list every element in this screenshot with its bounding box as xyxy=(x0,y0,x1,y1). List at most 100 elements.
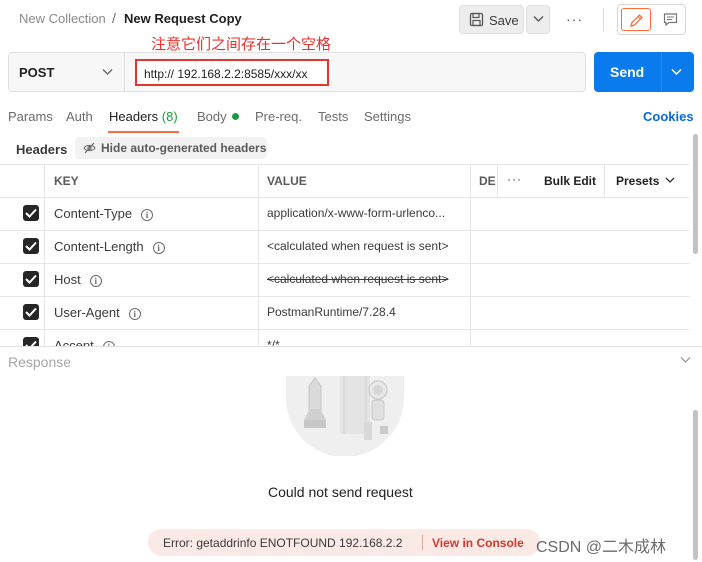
row-enabled-checkbox[interactable] xyxy=(23,238,39,254)
tab-body-label: Body xyxy=(197,109,227,124)
active-tab-indicator xyxy=(108,131,179,133)
header-key-text: User-Agent xyxy=(54,305,120,320)
eye-off-icon xyxy=(83,142,96,154)
table-border xyxy=(604,164,605,197)
save-icon xyxy=(469,12,484,27)
tab-headers[interactable]: Headers (8) xyxy=(109,109,178,124)
empty-state-message: Could not send request xyxy=(268,484,413,500)
request-title[interactable]: New Request Copy xyxy=(124,11,242,26)
save-label: Save xyxy=(489,13,519,28)
chevron-down-icon xyxy=(102,69,113,75)
send-button[interactable]: Send xyxy=(594,52,694,92)
table-row: Content-Length i <calculated when request… xyxy=(0,230,690,263)
tab-tests[interactable]: Tests xyxy=(318,109,348,124)
tab-body[interactable]: Body xyxy=(197,109,239,124)
checkmark-icon xyxy=(25,307,37,317)
chevron-down-icon[interactable] xyxy=(680,356,691,364)
error-banner-divider xyxy=(422,535,423,550)
table-row: User-Agent i PostmanRuntime/7.28.4 xyxy=(0,296,690,329)
table-row: Host i <calculated when request is sent> xyxy=(0,263,690,296)
edit-button[interactable] xyxy=(621,8,651,31)
checkmark-icon xyxy=(25,208,37,218)
tab-headers-label: Headers xyxy=(109,109,159,124)
headers-section-title: Headers xyxy=(16,142,68,157)
table-border xyxy=(0,164,690,165)
header-key-text: Content-Length xyxy=(54,239,144,254)
astronaut-illustration xyxy=(286,376,404,456)
comments-button[interactable] xyxy=(656,8,684,31)
bulk-edit-button[interactable]: Bulk Edit xyxy=(544,174,596,188)
url-text: http:// 192.168.2.2:8585/xxx/xx xyxy=(144,67,308,81)
right-panel-toggle xyxy=(617,4,686,35)
method-select[interactable]: POST xyxy=(9,53,125,91)
send-label: Send xyxy=(610,64,645,80)
table-row: Accepti */* xyxy=(0,329,690,346)
headers-count-badge: (8) xyxy=(161,109,178,124)
url-input[interactable]: http:// 192.168.2.2:8585/xxx/xx xyxy=(135,59,329,86)
header-value: <calculated when request is sent> xyxy=(267,272,449,286)
header-key: Accepti xyxy=(54,338,115,346)
header-key: Host i xyxy=(54,272,102,287)
scrollbar-thumb[interactable] xyxy=(693,410,698,560)
table-row: Content-Type i application/x-www-form-url… xyxy=(0,197,690,230)
response-title: Response xyxy=(8,354,72,370)
header-key: Content-Length i xyxy=(54,239,165,254)
watermark: CSDN @二木成林 xyxy=(536,539,667,556)
info-icon[interactable]: i xyxy=(128,308,141,320)
save-options-button[interactable] xyxy=(526,5,550,34)
row-enabled-checkbox[interactable] xyxy=(23,304,39,320)
info-icon[interactable]: i xyxy=(141,209,154,221)
header-key: User-Agent i xyxy=(54,305,141,320)
header-key: Content-Type i xyxy=(54,206,154,221)
view-in-console-link[interactable]: View in Console xyxy=(432,536,524,550)
chevron-down-icon[interactable] xyxy=(671,68,682,76)
cookies-link[interactable]: Cookies xyxy=(643,109,694,124)
header-value: */* xyxy=(267,338,280,346)
header-value: <calculated when request is sent> xyxy=(267,239,449,253)
checkmark-icon xyxy=(25,274,37,284)
row-enabled-checkbox[interactable] xyxy=(23,271,39,287)
table-border xyxy=(497,164,498,197)
annotation-note: 注意它们之间存在一个空格 xyxy=(151,36,332,53)
breadcrumb-separator: / xyxy=(112,10,116,26)
chevron-down-icon xyxy=(533,16,544,22)
column-header-key: KEY xyxy=(54,174,79,188)
column-header-description: DE xyxy=(479,174,496,188)
tab-settings[interactable]: Settings xyxy=(364,109,411,124)
column-header-value: VALUE xyxy=(267,174,307,188)
breadcrumb-collection[interactable]: New Collection xyxy=(19,11,106,26)
info-icon[interactable]: i xyxy=(89,275,102,287)
column-options-button[interactable]: ··· xyxy=(507,172,522,186)
body-indicator-dot xyxy=(231,113,239,120)
header-key-text: Content-Type xyxy=(54,206,133,221)
row-enabled-checkbox[interactable] xyxy=(23,337,39,346)
tab-pre-request-script[interactable]: Pre-req. xyxy=(255,109,302,124)
comment-icon xyxy=(663,13,678,27)
request-bar: POST http:// 192.168.2.2:8585/xxx/xx xyxy=(8,52,586,92)
send-split-divider xyxy=(661,52,662,92)
presets-dropdown[interactable]: Presets xyxy=(616,174,675,188)
header-value: application/x-www-form-urlenco... xyxy=(267,206,446,220)
hide-auto-headers-button[interactable]: Hide auto-generated headers xyxy=(75,137,267,159)
tab-params[interactable]: Params xyxy=(8,109,53,124)
header-key-text: Accept xyxy=(54,338,94,346)
scrollbar-thumb[interactable] xyxy=(693,134,698,254)
method-label: POST xyxy=(19,65,55,80)
chevron-down-icon xyxy=(665,177,675,183)
pane-divider[interactable] xyxy=(0,346,702,347)
top-bar: New Collection / New Request Copy Save ·… xyxy=(0,0,702,40)
toolbar-divider xyxy=(603,8,604,32)
hide-auto-headers-label: Hide auto-generated headers xyxy=(101,141,267,155)
header-value: PostmanRuntime/7.28.4 xyxy=(267,305,396,319)
more-actions-button[interactable]: ··· xyxy=(566,11,583,27)
error-message: Error: getaddrinfo ENOTFOUND 192.168.2.2 xyxy=(163,536,403,550)
checkmark-icon xyxy=(25,241,37,251)
headers-table: KEY VALUE DE ··· Bulk Edit Presets Conte… xyxy=(0,164,690,346)
tab-auth[interactable]: Auth xyxy=(66,109,93,124)
save-button[interactable]: Save xyxy=(459,5,524,34)
presets-label: Presets xyxy=(616,174,660,188)
header-key-text: Host xyxy=(54,272,81,287)
row-enabled-checkbox[interactable] xyxy=(23,205,39,221)
error-banner: Error: getaddrinfo ENOTFOUND 192.168.2.2… xyxy=(148,529,540,556)
info-icon[interactable]: i xyxy=(152,242,165,254)
